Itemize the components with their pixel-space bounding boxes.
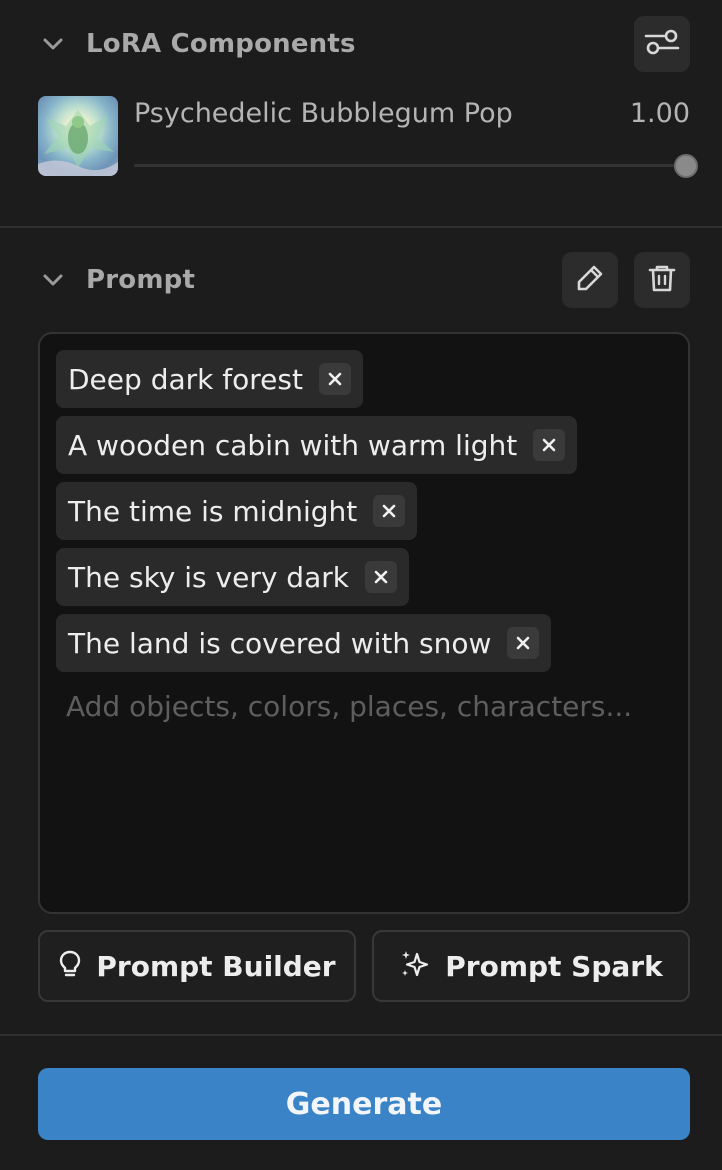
prompt-chip-list: Deep dark forest A wooden cabin with war…: [56, 350, 672, 680]
prompt-builder-button[interactable]: Prompt Builder: [38, 930, 356, 1002]
remove-chip-button[interactable]: [507, 627, 540, 659]
close-icon: [374, 570, 388, 584]
remove-chip-button[interactable]: [318, 363, 351, 395]
chevron-down-icon[interactable]: [40, 267, 66, 293]
lora-item: Psychedelic Bubblegum Pop 1.00: [38, 96, 702, 178]
prompt-chip-text: Deep dark forest: [68, 362, 303, 396]
pencil-icon: [575, 263, 605, 297]
prompt-chip[interactable]: The time is midnight: [56, 482, 418, 540]
prompt-chip[interactable]: The sky is very dark: [56, 548, 409, 606]
generate-button[interactable]: Generate: [38, 1068, 690, 1140]
prompt-chip[interactable]: The land is covered with snow: [56, 614, 552, 672]
lora-thumbnail: [38, 96, 118, 176]
lora-name: Psychedelic Bubblegum Pop: [134, 98, 513, 129]
close-icon: [382, 504, 396, 518]
prompt-placeholder[interactable]: Add objects, colors, places, characters.…: [66, 690, 632, 723]
section-divider: [0, 1034, 722, 1036]
prompt-input-area[interactable]: Deep dark forest A wooden cabin with war…: [38, 332, 690, 914]
close-icon: [542, 438, 556, 452]
prompt-chip-text: A wooden cabin with warm light: [68, 428, 518, 462]
trash-icon: [647, 263, 677, 297]
prompt-section-title: Prompt: [86, 265, 196, 295]
remove-chip-button[interactable]: [364, 561, 397, 593]
remove-chip-button[interactable]: [533, 429, 566, 461]
prompt-chip[interactable]: Deep dark forest: [56, 350, 363, 408]
lora-section-header[interactable]: LoRA Components: [40, 22, 690, 66]
delete-prompt-button[interactable]: [634, 252, 690, 308]
prompt-spark-button[interactable]: Prompt Spark: [372, 930, 690, 1002]
prompt-chip-text: The land is covered with snow: [68, 626, 492, 660]
lora-weight-slider-handle[interactable]: [674, 154, 698, 178]
side-panel: LoRA Components Psychedelic Bubblegum Po…: [0, 0, 722, 1170]
prompt-chip-text: The time is midnight: [68, 494, 358, 528]
close-icon: [328, 372, 342, 386]
lora-section-title: LoRA Components: [86, 29, 356, 59]
sliders-icon: [644, 27, 680, 61]
section-divider: [0, 226, 722, 228]
prompt-builder-label: Prompt Builder: [96, 949, 336, 983]
lora-weight-value: 1.00: [629, 98, 690, 129]
edit-prompt-button[interactable]: [562, 252, 618, 308]
lora-weight-slider-track[interactable]: [134, 164, 686, 167]
remove-chip-button[interactable]: [373, 495, 406, 527]
prompt-chip[interactable]: A wooden cabin with warm light: [56, 416, 578, 474]
close-icon: [517, 636, 530, 650]
prompt-spark-label: Prompt Spark: [445, 949, 663, 983]
generate-label: Generate: [285, 1086, 443, 1122]
chevron-down-icon[interactable]: [40, 31, 66, 57]
lightbulb-icon: [58, 949, 82, 983]
sparkle-icon: [399, 948, 431, 984]
prompt-chip-text: The sky is very dark: [68, 560, 349, 594]
lora-settings-button[interactable]: [634, 16, 690, 72]
